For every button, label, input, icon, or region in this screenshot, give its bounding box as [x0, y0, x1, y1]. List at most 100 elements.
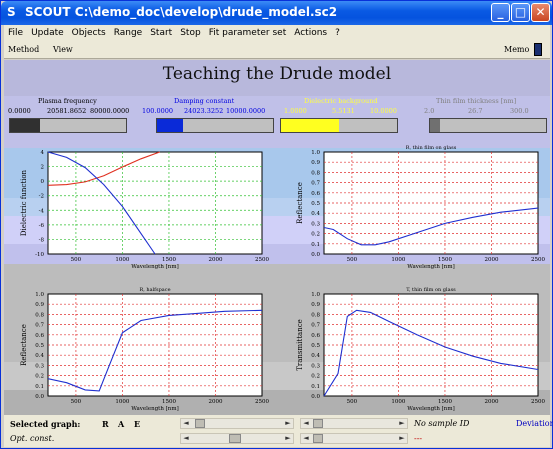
view-button[interactable]: View	[53, 45, 73, 54]
y-tick-label: 0.6	[35, 333, 44, 339]
slider-max-plasma: 80000.0000	[90, 107, 130, 115]
chart-title: R, thin film on glass	[406, 145, 457, 151]
menu-help[interactable]: ?	[331, 25, 344, 41]
horizontal-scrollbar[interactable]: ◄ ►	[180, 433, 294, 444]
x-tick-label: 500	[347, 257, 358, 263]
chart-reflectance-halfspace[interactable]: 1.0 0.9 0.8 0.7 0.6 0.5 0.4 0.3 0.2 0.1 0.0 500 1000…	[4, 282, 274, 412]
scroll-right-icon[interactable]: ►	[283, 434, 293, 443]
x-tick-label: 500	[71, 399, 82, 405]
menu-actions[interactable]: Actions	[290, 25, 331, 41]
selected-graph-label: Selected graph:	[10, 419, 81, 429]
chart-title: T, thin film on glass	[406, 287, 456, 293]
horizontal-scrollbar[interactable]: ◄ ►	[300, 433, 408, 444]
horizontal-scrollbar[interactable]: ◄ ►	[180, 418, 294, 429]
x-tick-label: 1500	[438, 257, 452, 263]
x-tick-label: 1000	[115, 399, 129, 405]
status-bar: Selected graph: R A E Opt. const. No sam…	[4, 415, 553, 447]
slider-label-dielectric-background: Dielectric background	[304, 97, 378, 105]
menu-range[interactable]: Range	[110, 25, 147, 41]
slider-min-damping: 100.0000	[142, 107, 174, 115]
x-tick-label: 500	[347, 399, 358, 405]
menu-start[interactable]: Start	[146, 25, 176, 41]
menu-bar: File Update Objects Range Start Stop Fit…	[4, 25, 550, 41]
y-tick-label: 0.7	[311, 323, 320, 329]
scroll-right-icon[interactable]: ►	[397, 434, 407, 443]
scout-window: S SCOUT C:\demo_doc\develop\drude_model.…	[0, 0, 553, 449]
horizontal-scrollbar[interactable]: ◄ ►	[300, 418, 408, 429]
mode-e[interactable]: E	[134, 419, 140, 429]
menu-update[interactable]: Update	[27, 25, 68, 41]
menu-fit-parameter-set[interactable]: Fit parameter set	[205, 25, 291, 41]
x-tick-label: 1000	[391, 399, 405, 405]
slider-min-plasma: 0.0000	[8, 107, 31, 115]
slider-value-dielectric: 5.5131	[332, 107, 355, 115]
plasma-frequency-slider[interactable]	[9, 118, 127, 133]
mode-r[interactable]: R	[102, 419, 109, 429]
slider-value-plasma: 20581.8652	[47, 107, 87, 115]
x-tick-label: 2500	[531, 257, 545, 263]
slider-max-dielectric: 10.0000	[370, 107, 397, 115]
maximize-button[interactable]: □	[511, 3, 530, 22]
y-tick-label: 0.4	[311, 211, 320, 217]
mode-a[interactable]: A	[118, 419, 124, 429]
sample-id: No sample ID	[414, 419, 470, 428]
close-button[interactable]: ✕	[531, 3, 550, 22]
slider-fill	[281, 119, 339, 132]
thin-film-thickness-slider[interactable]	[429, 118, 547, 133]
scroll-right-icon[interactable]: ►	[283, 419, 293, 428]
y-tick-label: 0.7	[311, 181, 320, 187]
x-tick-label: 1000	[391, 257, 405, 263]
slider-label-damping-constant: Damping constant	[174, 97, 235, 105]
x-tick-label: 500	[71, 257, 82, 263]
title-bar[interactable]: S SCOUT C:\demo_doc\develop\drude_model.…	[1, 1, 552, 25]
y-tick-label: 0.3	[35, 363, 44, 369]
y-tick-label: 0.9	[311, 302, 320, 308]
chart-dielectric-function[interactable]: 4 2 0 -2 -4 -6 -8 -10 500 1000 1500 2000 2500 Wavelen…	[4, 140, 274, 270]
menu-stop[interactable]: Stop	[176, 25, 204, 41]
damping-constant-slider[interactable]	[156, 118, 274, 133]
x-tick-label: 2500	[255, 257, 269, 263]
dielectric-background-slider[interactable]	[280, 118, 398, 133]
slider-value-thickness: 26.7	[468, 107, 483, 115]
memo-icon[interactable]	[534, 43, 542, 56]
x-axis-label: Wavelength [nm]	[131, 264, 178, 270]
method-button[interactable]: Method	[8, 45, 39, 54]
y-tick-label: 0.4	[311, 353, 320, 359]
y-tick-label: -2	[39, 194, 44, 200]
opt-const-label: Opt. const.	[10, 434, 55, 443]
y-tick-label: 0.0	[311, 252, 320, 258]
scroll-left-icon[interactable]: ◄	[181, 419, 191, 428]
y-tick-label: 0.2	[311, 232, 320, 238]
scroll-thumb[interactable]	[195, 419, 205, 428]
scroll-left-icon[interactable]: ◄	[301, 419, 311, 428]
slider-fill	[157, 119, 183, 132]
scroll-right-icon[interactable]: ►	[397, 419, 407, 428]
y-tick-label: 1.0	[311, 150, 320, 156]
y-tick-label: 0.5	[311, 201, 320, 207]
y-tick-label: 0.3	[311, 221, 320, 227]
scroll-left-icon[interactable]: ◄	[181, 434, 191, 443]
menu-file[interactable]: File	[4, 25, 27, 41]
menu-objects[interactable]: Objects	[68, 25, 110, 41]
y-tick-label: -10	[35, 252, 44, 258]
y-tick-label: -4	[39, 208, 45, 214]
x-tick-label: 2000	[484, 399, 498, 405]
x-axis-label: Wavelength [nm]	[131, 406, 178, 412]
y-tick-label: 0.7	[35, 323, 44, 329]
toolbar: Method View Memo	[4, 41, 550, 59]
y-tick-label: 0.5	[35, 343, 44, 349]
memo-button[interactable]: Memo	[504, 45, 529, 54]
y-tick-label: 0.3	[311, 363, 320, 369]
scroll-left-icon[interactable]: ◄	[301, 434, 311, 443]
minimize-button[interactable]: _	[491, 3, 510, 22]
chart-transmittance-thin-film[interactable]: 1.0 0.9 0.8 0.7 0.6 0.5 0.4 0.3 0.2 0.1 0.0 500 1000…	[280, 282, 550, 412]
x-tick-label: 2000	[208, 399, 222, 405]
scroll-thumb[interactable]	[313, 434, 323, 443]
x-tick-label: 1500	[438, 399, 452, 405]
chart-reflectance-thin-film[interactable]: 1.0 0.9 0.8 0.7 0.6 0.5 0.4 0.3 0.2 0.1 0.0 500 1000…	[280, 140, 550, 270]
y-tick-label: 1.0	[311, 292, 320, 298]
x-tick-label: 2000	[208, 257, 222, 263]
page-title: Teaching the Drude model	[162, 64, 392, 84]
scroll-thumb[interactable]	[229, 434, 241, 443]
scroll-thumb[interactable]	[313, 419, 323, 428]
